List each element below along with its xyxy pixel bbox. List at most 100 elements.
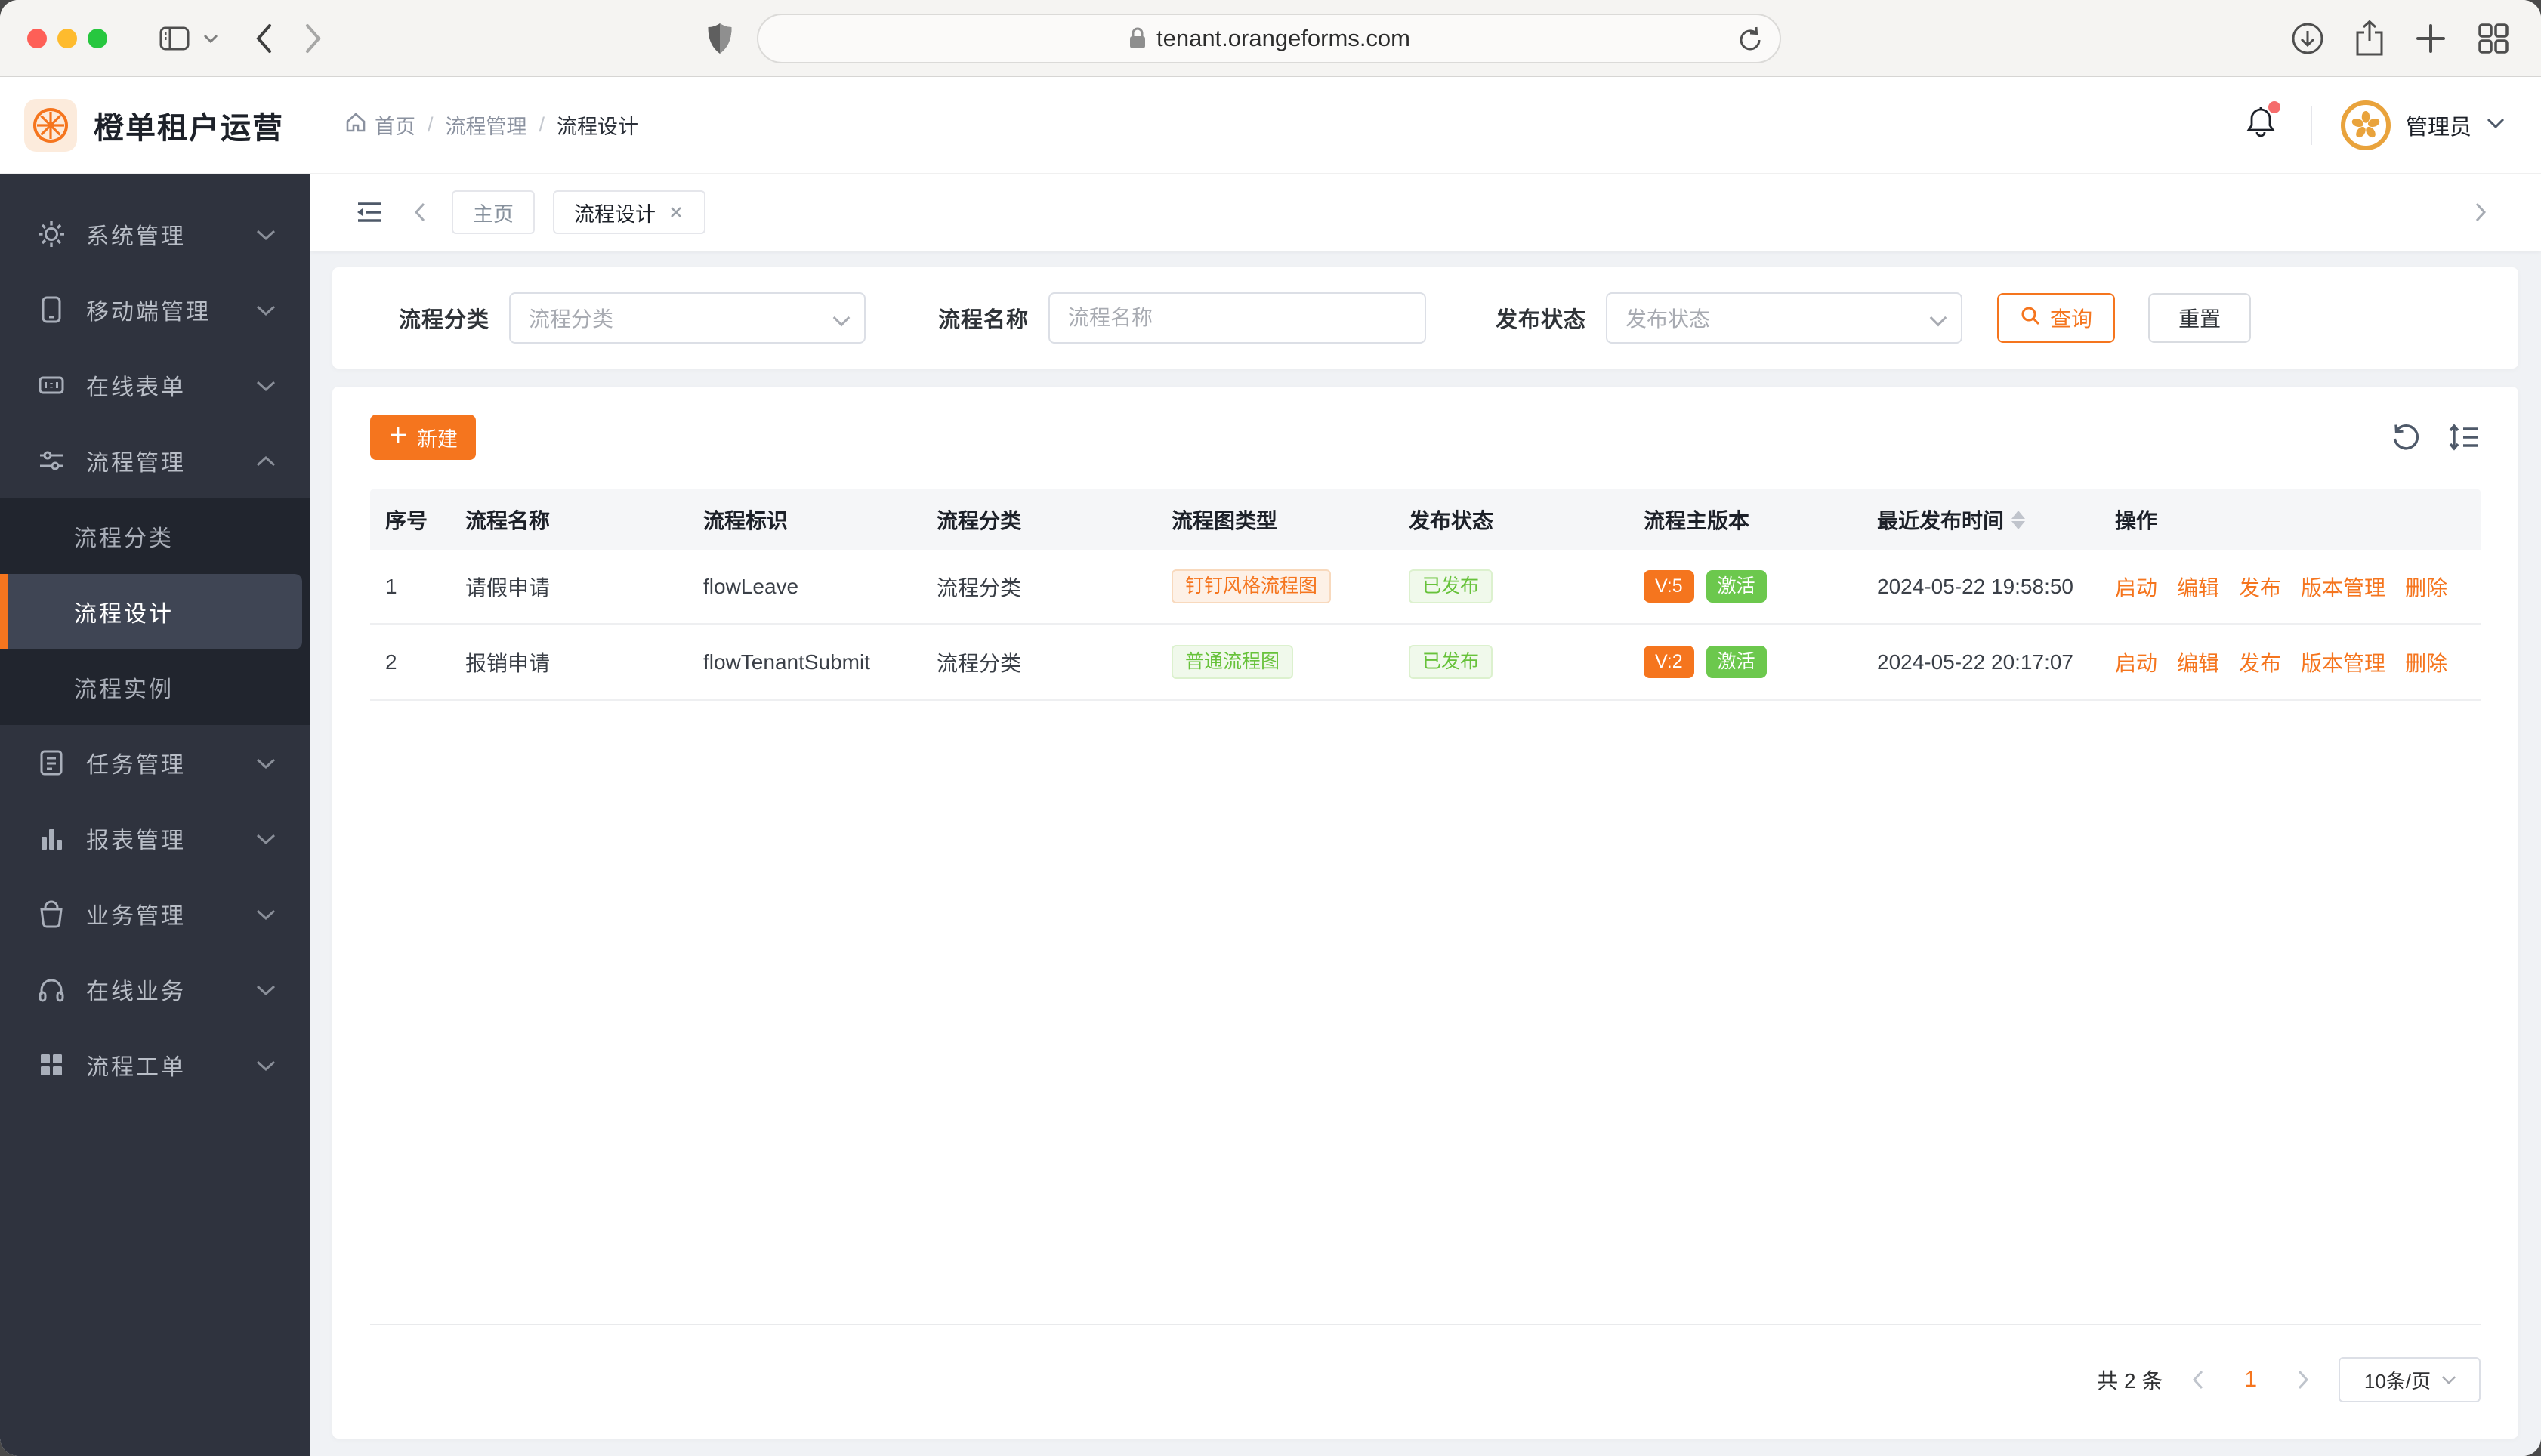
pagination-next-icon[interactable] — [2296, 1369, 2310, 1390]
url-text: tenant.orangeforms.com — [1156, 25, 1410, 51]
app-logo — [24, 98, 77, 152]
tabs-scroll-right-icon[interactable] — [2473, 201, 2488, 224]
cell-key: flowLeave — [703, 574, 799, 598]
minimize-window-button[interactable] — [57, 28, 77, 48]
traffic-lights — [27, 28, 107, 48]
action-publish-link[interactable]: 发布 — [2239, 572, 2281, 602]
sliders-icon — [36, 446, 66, 476]
sidebar-item-process-category[interactable]: 流程分类 — [0, 498, 310, 574]
breadcrumb-level2[interactable]: 流程管理 — [446, 110, 527, 140]
close-window-button[interactable] — [27, 28, 47, 48]
reload-icon[interactable] — [1737, 26, 1763, 54]
process-table: 序号 流程名称 流程标识 流程分类 流程图类型 发布状态 流程主版本 最近发布时… — [370, 489, 2481, 1325]
forward-button-icon[interactable] — [304, 23, 323, 54]
form-icon — [36, 370, 66, 400]
action-delete-link[interactable]: 删除 — [2405, 647, 2447, 677]
sidebar-item-process-workorder[interactable]: 流程工单 — [0, 1027, 310, 1103]
browser-chrome: tenant.orangeforms.com — [0, 0, 2541, 77]
user-menu-chevron-icon[interactable] — [2485, 116, 2506, 134]
page-size-select[interactable]: 10条/页 — [2339, 1357, 2481, 1402]
breadcrumb-home[interactable]: 首页 — [344, 110, 415, 140]
refresh-icon[interactable] — [2390, 421, 2422, 453]
app-header: 橙单租户运营 首页 / 流程管理 / 流程设计 管理员 — [0, 77, 2541, 174]
pagination-prev-icon[interactable] — [2191, 1369, 2205, 1390]
chevron-down-icon — [255, 901, 276, 927]
chevron-down-icon — [255, 297, 276, 322]
chevron-down-icon — [2442, 1370, 2456, 1385]
collapse-tabs-icon[interactable] — [354, 197, 385, 227]
sidebar-item-online-form[interactable]: 在线表单 — [0, 347, 310, 423]
action-delete-link[interactable]: 删除 — [2405, 572, 2447, 602]
tabs-scroll-left-icon[interactable] — [412, 201, 428, 224]
share-icon[interactable] — [2354, 20, 2385, 57]
close-tab-icon[interactable] — [668, 204, 684, 221]
user-name[interactable]: 管理员 — [2406, 110, 2472, 141]
main-panel: 新建 序号 流程名称 流程标识 流程分类 流程图类型 发布状态 流程主版本 最近… — [332, 387, 2518, 1439]
sort-carets-icon[interactable] — [2011, 510, 2026, 529]
chrome-right-icons — [2290, 0, 2541, 77]
create-button[interactable]: 新建 — [370, 415, 476, 460]
action-edit-link[interactable]: 编辑 — [2177, 572, 2219, 602]
privacy-shield-icon[interactable] — [706, 22, 733, 55]
search-button[interactable]: 查询 — [1997, 293, 2116, 343]
tab-home[interactable]: 主页 — [452, 190, 535, 234]
filter-category-label: 流程分类 — [399, 308, 490, 332]
new-tab-icon[interactable] — [2414, 22, 2447, 55]
filter-category-select[interactable]: 流程分类 — [509, 292, 866, 344]
cell-name: 请假申请 — [465, 575, 551, 600]
zoom-window-button[interactable] — [88, 28, 107, 48]
col-header-published-at[interactable]: 最近发布时间 — [1862, 504, 2100, 535]
filter-status-select[interactable]: 发布状态 — [1606, 292, 1963, 344]
col-header-index: 序号 — [385, 509, 428, 532]
lock-icon — [1128, 26, 1147, 51]
breadcrumb-separator: / — [428, 113, 434, 136]
back-button-icon[interactable] — [254, 23, 273, 54]
chevron-down-icon — [255, 750, 276, 776]
publish-status-tag: 已发布 — [1409, 569, 1493, 603]
chevron-up-icon — [255, 448, 276, 474]
publish-status-tag: 已发布 — [1409, 645, 1493, 679]
bag-icon — [36, 899, 66, 929]
sidebar-item-process-instance[interactable]: 流程实例 — [0, 649, 310, 725]
sidebar-item-report-mgmt[interactable]: 报表管理 — [0, 800, 310, 876]
col-header-key: 流程标识 — [703, 509, 789, 532]
reset-button[interactable]: 重置 — [2148, 293, 2252, 343]
table-empty-area — [370, 701, 2481, 1325]
action-publish-link[interactable]: 发布 — [2239, 647, 2281, 677]
safari-sidebar-icon[interactable] — [157, 23, 192, 54]
address-bar[interactable]: tenant.orangeforms.com — [757, 14, 1781, 63]
plus-icon — [388, 425, 408, 450]
tab-overview-icon[interactable] — [2476, 21, 2511, 56]
sidebar: 系统管理 移动端管理 在线表单 流程管理 流程分类 流程设计 流程实例 任务管理… — [0, 174, 310, 1456]
cell-key: flowTenantSubmit — [703, 649, 871, 674]
filter-name-input[interactable] — [1048, 292, 1427, 344]
header-divider — [2310, 105, 2312, 145]
notification-bell-icon[interactable] — [2244, 101, 2280, 144]
sidebar-item-online-business[interactable]: 在线业务 — [0, 952, 310, 1027]
sidebar-item-system[interactable]: 系统管理 — [0, 196, 310, 272]
col-header-name: 流程名称 — [465, 509, 551, 532]
sidebar-chevron-icon[interactable] — [202, 33, 219, 44]
sidebar-item-mobile[interactable]: 移动端管理 — [0, 272, 310, 347]
action-start-link[interactable]: 启动 — [2115, 647, 2157, 677]
search-icon — [2020, 305, 2041, 332]
action-start-link[interactable]: 启动 — [2115, 572, 2157, 602]
home-icon — [344, 111, 367, 139]
action-version-mgmt-link[interactable]: 版本管理 — [2301, 647, 2385, 677]
tab-process-design[interactable]: 流程设计 — [553, 190, 705, 234]
sidebar-item-task-mgmt[interactable]: 任务管理 — [0, 725, 310, 800]
action-edit-link[interactable]: 编辑 — [2177, 647, 2219, 677]
col-header-diagram-type: 流程图类型 — [1172, 509, 1278, 532]
row-density-icon[interactable] — [2447, 421, 2481, 453]
sidebar-item-business-mgmt[interactable]: 业务管理 — [0, 876, 310, 952]
version-tag: V:5 — [1644, 570, 1694, 603]
breadcrumb-current: 流程设计 — [557, 116, 639, 138]
downloads-icon[interactable] — [2290, 21, 2325, 56]
sidebar-item-process-design[interactable]: 流程设计 — [0, 574, 302, 649]
avatar[interactable] — [2340, 100, 2391, 150]
pagination-current-page[interactable]: 1 — [2234, 1367, 2268, 1393]
sidebar-item-process-mgmt[interactable]: 流程管理 — [0, 423, 310, 498]
browser-window: tenant.orangeforms.com 橙单租户运营 首页 / 流程管理 … — [0, 0, 2541, 1456]
cell-name: 报销申请 — [465, 651, 551, 675]
action-version-mgmt-link[interactable]: 版本管理 — [2301, 572, 2385, 602]
